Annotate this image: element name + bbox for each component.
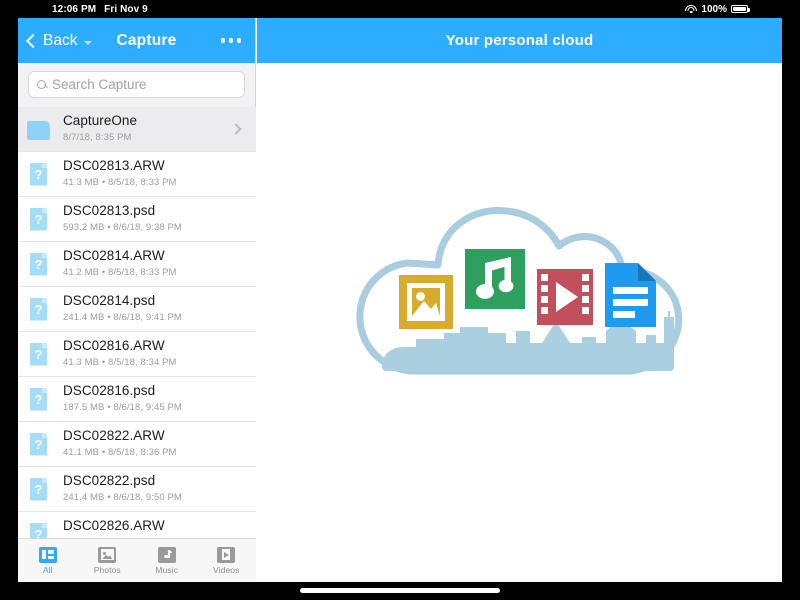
tab-photos[interactable]: Photos	[78, 546, 138, 575]
chevron-left-icon	[25, 33, 41, 48]
back-button[interactable]: Back	[25, 31, 93, 50]
list-item[interactable]: ? DSC02826.ARW41.3 MB • 8/5/18, 8:36 PM	[18, 512, 256, 538]
ellipsis-dot	[236, 38, 241, 43]
list-item-meta: 8/7/18, 8:35 PM	[63, 132, 132, 144]
document-question-icon: ?	[27, 250, 51, 279]
list-item[interactable]: ? DSC02816.psd 187.5 MB • 8/6/18, 9:45 PM	[18, 377, 256, 422]
caret-down-icon[interactable]	[84, 40, 93, 45]
list-item[interactable]: ? DSC02822.psd 241.4 MB • 8/6/18, 9:50 PM	[18, 467, 256, 512]
list-item-text: DSC02816.ARW 41.3 MB • 8/5/18, 8:34 PM	[63, 338, 250, 370]
search-icon	[37, 80, 46, 89]
list-item[interactable]: ? DSC02814.ARW 41.2 MB • 8/5/18, 8:33 PM	[18, 242, 256, 287]
list-item-text: DSC02822.ARW 41.1 MB • 8/5/18, 8:36 PM	[63, 428, 250, 460]
list-item-name: DSC02813.ARW	[63, 158, 165, 174]
list-item-meta: 41.3 MB • 8/5/18, 8:33 PM	[63, 177, 177, 189]
list-item[interactable]: ? DSC02816.ARW 41.3 MB • 8/5/18, 8:34 PM	[18, 332, 256, 377]
tab-videos[interactable]: Videos	[197, 546, 257, 575]
list-item-text: CaptureOne 8/7/18, 8:35 PM	[63, 113, 232, 145]
document-question-icon: ?	[27, 340, 51, 369]
list-item-meta: 187.5 MB • 8/6/18, 9:45 PM	[63, 402, 182, 414]
list-item[interactable]: ? DSC02822.ARW 41.1 MB • 8/5/18, 8:36 PM	[18, 422, 256, 467]
empty-state	[257, 63, 782, 582]
list-item[interactable]: ? DSC02814.psd 241.4 MB • 8/6/18, 9:41 PM	[18, 287, 256, 332]
list-item-meta: 241.4 MB • 8/6/18, 9:41 PM	[63, 312, 182, 324]
list-item-meta: 41.1 MB • 8/5/18, 8:36 PM	[63, 447, 177, 459]
film-icon	[217, 546, 236, 563]
list-item-name: DSC02822.psd	[63, 473, 156, 489]
page-title: Capture	[116, 31, 177, 49]
list-item-text: DSC02816.psd 187.5 MB • 8/6/18, 9:45 PM	[63, 383, 250, 415]
tab-label: Music	[155, 564, 179, 575]
list-item-meta: 41.3 MB • 8/5/18, 8:34 PM	[63, 357, 177, 369]
file-list[interactable]: CaptureOne 8/7/18, 8:35 PM? DSC02813.ARW 41…	[18, 107, 256, 538]
wifi-icon	[685, 4, 698, 14]
list-item-meta: 41.2 MB • 8/5/18, 8:33 PM	[63, 267, 177, 279]
document-question-icon: ?	[27, 385, 51, 414]
tab-label: All	[42, 564, 53, 575]
tab-label: Videos	[213, 564, 240, 575]
search-input[interactable]	[52, 77, 236, 92]
document-question-icon: ?	[27, 430, 51, 459]
list-item-meta: 241.4 MB • 8/6/18, 9:50 PM	[63, 492, 182, 504]
search-bar-container	[18, 63, 255, 107]
video-tile-icon	[536, 268, 593, 325]
home-indicator	[300, 588, 500, 593]
document-question-icon: ?	[27, 520, 51, 538]
list-item-name: DSC02813.psd	[63, 203, 156, 219]
status-time: 12:06 PM	[52, 3, 97, 15]
photo-icon	[98, 546, 117, 563]
document-question-icon: ?	[27, 205, 51, 234]
photo-tile-icon	[398, 274, 453, 329]
personal-cloud-illustration	[355, 206, 682, 374]
ellipsis-dot	[220, 38, 225, 43]
app-screen: Back Capture CaptureOne 8/7/18, 8:35 PM? D…	[18, 18, 782, 582]
ellipsis-dot	[228, 38, 233, 43]
navigation-bar: Back Capture	[18, 18, 255, 63]
status-date: Fri Nov 9	[104, 3, 148, 15]
list-item-text: DSC02813.psd 593.2 MB • 8/6/18, 9:38 PM	[63, 203, 250, 235]
list-item-name: DSC02816.psd	[63, 383, 156, 399]
list-item-text: DSC02814.psd 241.4 MB • 8/6/18, 9:41 PM	[63, 293, 250, 325]
battery-percent: 100%	[701, 3, 727, 15]
file-browser-pane: Back Capture CaptureOne 8/7/18, 8:35 PM? D…	[18, 18, 256, 582]
status-bar: 12:06 PM Fri Nov 9 100%	[0, 0, 800, 18]
music-tile-icon	[464, 248, 525, 309]
tab-label: Photos	[93, 564, 121, 575]
tab-music[interactable]: Music	[137, 546, 197, 575]
chevron-right-icon[interactable]	[230, 123, 242, 135]
list-item-text: DSC02826.ARW41.3 MB • 8/5/18, 8:36 PM	[63, 518, 250, 538]
grid-icon	[38, 546, 57, 563]
music-note-icon	[157, 546, 176, 563]
tab-bar: All Photos Music Videos	[18, 538, 256, 582]
list-item-text: DSC02822.psd 241.4 MB • 8/6/18, 9:50 PM	[63, 473, 250, 505]
list-item-name: DSC02816.ARW	[63, 338, 165, 354]
tablet-device: 12:06 PM Fri Nov 9 100% Back Capture Sea…	[0, 0, 800, 600]
battery-icon	[731, 5, 750, 13]
list-item-name: DSC02814.ARW	[63, 248, 165, 264]
detail-header: Your personal cloud	[257, 18, 782, 63]
list-item-name: CaptureOne	[63, 113, 138, 129]
list-item-name: DSC02822.ARW	[63, 428, 165, 444]
detail-title: Your personal cloud	[445, 32, 594, 49]
document-question-icon: ?	[27, 295, 51, 324]
status-bar-right: 100%	[685, 3, 750, 15]
list-item[interactable]: ? DSC02813.psd 593.2 MB • 8/6/18, 9:38 PM	[18, 197, 256, 242]
more-options-button[interactable]	[220, 38, 241, 43]
list-item-text: DSC02813.ARW 41.3 MB • 8/5/18, 8:33 PM	[63, 158, 250, 190]
status-bar-left: 12:06 PM Fri Nov 9	[52, 4, 148, 15]
back-button-label: Back	[43, 31, 78, 49]
list-item[interactable]: ? DSC02813.ARW 41.3 MB • 8/5/18, 8:33 PM	[18, 152, 256, 197]
document-question-icon: ?	[27, 475, 51, 504]
document-question-icon: ?	[27, 160, 51, 189]
folder-icon	[27, 115, 51, 144]
list-item-meta: 593.2 MB • 8/6/18, 9:38 PM	[63, 222, 182, 234]
search-box[interactable]	[28, 71, 245, 98]
list-item-name: DSC02826.ARW	[63, 518, 165, 534]
list-item-text: DSC02814.ARW 41.2 MB • 8/5/18, 8:33 PM	[63, 248, 250, 280]
list-item[interactable]: CaptureOne 8/7/18, 8:35 PM	[18, 107, 256, 152]
list-item-name: DSC02814.psd	[63, 293, 156, 309]
tab-all[interactable]: All	[18, 546, 78, 575]
detail-pane: Your personal cloud	[257, 18, 782, 582]
